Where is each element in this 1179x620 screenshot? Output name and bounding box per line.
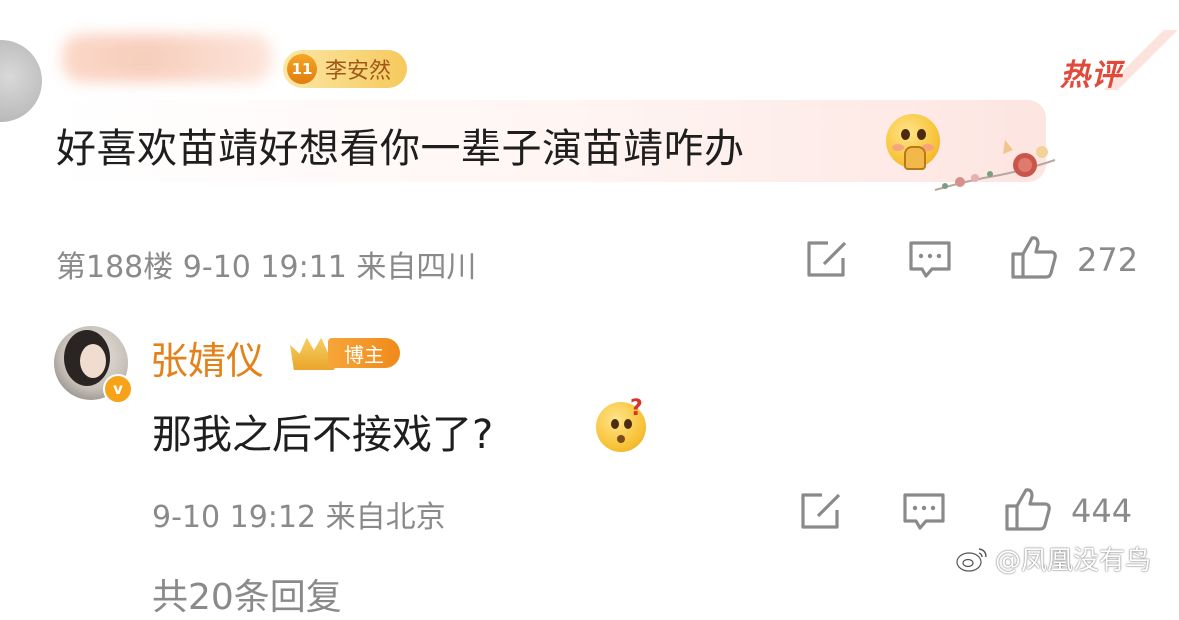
confused-emoji-icon: ? bbox=[596, 396, 646, 452]
comment-icon[interactable] bbox=[902, 492, 946, 532]
watermark: @凤凰没有鸟 bbox=[955, 540, 1151, 577]
commenter1-avatar[interactable] bbox=[0, 40, 42, 122]
comment1-text: 好喜欢苗靖好想看你一辈子演苗靖咋办 bbox=[56, 126, 745, 172]
reply-text: 那我之后不接戏了? bbox=[152, 412, 494, 458]
comment1-meta: 第188楼 9-10 19:11 来自四川 bbox=[56, 250, 477, 285]
share-icon[interactable] bbox=[806, 240, 848, 278]
watermark-text: @凤凰没有鸟 bbox=[995, 546, 1152, 576]
hot-comment-label: 热评 bbox=[1060, 58, 1122, 93]
reply-meta: 9-10 19:12 来自北京 bbox=[152, 500, 446, 535]
fan-badge[interactable]: 11 李安然 bbox=[283, 50, 407, 88]
like-count: 444 bbox=[1071, 492, 1133, 530]
fan-badge-level: 11 bbox=[287, 54, 317, 84]
blogger-badge-label: 博主 bbox=[328, 338, 400, 368]
like-icon[interactable] bbox=[1010, 234, 1058, 280]
commenter1-name-blurred[interactable] bbox=[62, 34, 272, 82]
more-replies-link[interactable]: 共20条回复 bbox=[152, 568, 342, 620]
comment-icon[interactable] bbox=[908, 240, 952, 280]
like-icon[interactable] bbox=[1004, 486, 1052, 532]
share-icon[interactable] bbox=[800, 492, 842, 530]
reply-username[interactable]: 张婧仪 bbox=[150, 330, 264, 385]
verified-badge-icon: v bbox=[103, 374, 133, 404]
blogger-badge[interactable]: 博主 bbox=[290, 332, 402, 372]
weibo-logo-icon bbox=[956, 547, 987, 572]
fan-badge-name: 李安然 bbox=[325, 59, 392, 84]
like-count: 272 bbox=[1077, 241, 1139, 279]
floral-decoration-icon bbox=[934, 140, 1056, 191]
